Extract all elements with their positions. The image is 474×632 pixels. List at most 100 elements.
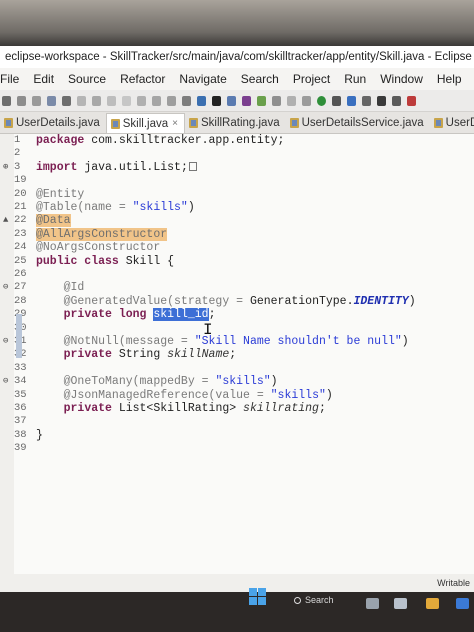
line-number: 21: [14, 201, 27, 213]
close-icon[interactable]: ×: [172, 118, 178, 129]
menu-project[interactable]: Project: [293, 72, 330, 86]
run-icon[interactable]: [317, 95, 326, 106]
code-annotation: @Table(name =: [36, 201, 133, 214]
code-keyword: public class: [36, 254, 119, 268]
code-field: skillrating: [243, 402, 319, 415]
tab-userdetails[interactable]: UserDetails.java: [0, 113, 106, 133]
toggle-mark-icon[interactable]: [287, 95, 296, 106]
code-token: List<SkillRating>: [111, 402, 244, 415]
forward-icon[interactable]: [392, 95, 401, 106]
resume-icon[interactable]: [92, 95, 101, 106]
fold-marker-icon[interactable]: ⊖: [3, 375, 13, 388]
file-explorer-icon[interactable]: [426, 598, 439, 609]
task-view-icon[interactable]: [366, 598, 379, 609]
code-annotation: @NotNull(message =: [63, 335, 195, 348]
menu-help[interactable]: Help: [437, 72, 462, 86]
fold-marker-icon[interactable]: ⊕: [3, 161, 13, 174]
edge-icon[interactable]: [456, 598, 469, 609]
code-selection: skill_id: [153, 308, 209, 322]
code-text: private String skillName;: [36, 348, 237, 362]
line-number: 26: [14, 268, 27, 280]
monitor-bezel: [0, 0, 474, 46]
tab-label: UserDetailsC: [445, 117, 474, 129]
menu-search[interactable]: Search: [241, 72, 279, 86]
line-number: 33: [14, 361, 27, 374]
code-keyword: private: [63, 348, 112, 362]
fold-marker-icon[interactable]: ▲: [3, 214, 13, 227]
new-java-class-icon[interactable]: [242, 95, 251, 106]
code-annotation: @OneToMany(mappedBy =: [63, 375, 216, 389]
back-icon[interactable]: [377, 95, 386, 106]
tab-userdetailsservice[interactable]: UserDetailsService.java: [286, 113, 430, 133]
code-text: import java.util.List;: [36, 161, 197, 174]
code-text: @GeneratedValue(strategy = GenerationTyp…: [36, 295, 416, 308]
menu-edit[interactable]: Edit: [33, 72, 54, 86]
code-text: @Table(name = "skills"): [36, 201, 195, 214]
new-icon[interactable]: [2, 95, 11, 106]
tab-skillrating[interactable]: SkillRating.java: [185, 113, 286, 133]
line-number: 3: [14, 160, 21, 173]
code-annotation: @NoArgsConstructor: [36, 241, 161, 255]
code-text: package com.skilltracker.app.entity;: [36, 134, 284, 147]
menu-file[interactable]: File: [0, 72, 19, 86]
pin-icon[interactable]: [407, 95, 416, 106]
terminal-icon[interactable]: [62, 95, 71, 106]
tab-label: UserDetailsService.java: [301, 117, 424, 129]
code-string: "skills": [132, 201, 188, 214]
coverage-icon[interactable]: [212, 95, 221, 106]
java-file-icon: [433, 118, 443, 128]
code-editor[interactable]: 1 package com.skilltracker.app.entity; 2 ⊕ 3…: [0, 134, 474, 574]
window-title: eclipse-workspace - SkillTracker/src/mai…: [5, 51, 474, 63]
save-icon[interactable]: [17, 95, 26, 106]
code-keyword: private long: [63, 308, 147, 322]
print-icon[interactable]: [47, 95, 56, 106]
fold-marker-icon[interactable]: ⊖: [3, 281, 13, 294]
step-return-icon[interactable]: [167, 95, 176, 106]
tab-userdetailsc[interactable]: UserDetailsC: [430, 113, 474, 133]
windows-start-icon[interactable]: [249, 588, 266, 605]
external-tools-icon[interactable]: [302, 95, 311, 106]
line-number: 38: [14, 428, 27, 441]
code-token: String: [111, 348, 168, 362]
save-all-icon[interactable]: [32, 95, 41, 106]
taskbar-search[interactable]: Search: [294, 595, 334, 605]
menu-source[interactable]: Source: [68, 72, 106, 86]
previous-annotation-icon[interactable]: [362, 95, 371, 106]
java-file-icon: [188, 118, 198, 128]
java-file-icon: [4, 118, 13, 128]
open-type-icon[interactable]: [272, 95, 281, 106]
search-icon[interactable]: [227, 95, 236, 106]
suspend-icon[interactable]: [107, 95, 116, 106]
folded-imports-icon[interactable]: [188, 162, 197, 172]
build-icon[interactable]: [197, 95, 206, 106]
line-number: 22: [14, 214, 27, 227]
step-over-icon[interactable]: [152, 95, 161, 106]
menu-window[interactable]: Window: [380, 72, 423, 86]
debug-icon[interactable]: [332, 95, 341, 106]
menu-refactor[interactable]: Refactor: [120, 72, 165, 86]
line-number: 23: [14, 227, 27, 240]
widgets-icon[interactable]: [394, 598, 407, 609]
open-perspective-icon[interactable]: [182, 95, 191, 106]
code-token: java.util.List;: [77, 160, 188, 174]
menu-navigate[interactable]: Navigate: [179, 72, 226, 86]
line-number: 35: [14, 388, 27, 401]
next-annotation-icon[interactable]: [347, 95, 356, 106]
line-number: 24: [14, 241, 27, 254]
fold-marker-icon[interactable]: ⊖: [3, 335, 13, 348]
tab-label: Skill.java: [122, 117, 169, 130]
terminate-icon[interactable]: [122, 95, 131, 106]
skip-breakpoints-icon[interactable]: [77, 95, 86, 106]
step-into-icon[interactable]: [137, 95, 146, 106]
search-icon: [294, 596, 301, 604]
new-package-icon[interactable]: [257, 95, 266, 106]
code-token: Skill {: [118, 254, 175, 268]
status-writable: Writable: [437, 578, 470, 588]
code-token: com.skilltracker.app.entity;: [84, 134, 285, 147]
line-number: 2: [14, 147, 21, 160]
menu-run[interactable]: Run: [344, 72, 366, 86]
title-bar: eclipse-workspace - SkillTracker/src/mai…: [0, 46, 474, 68]
tab-skill[interactable]: Skill.java ×: [105, 113, 185, 133]
